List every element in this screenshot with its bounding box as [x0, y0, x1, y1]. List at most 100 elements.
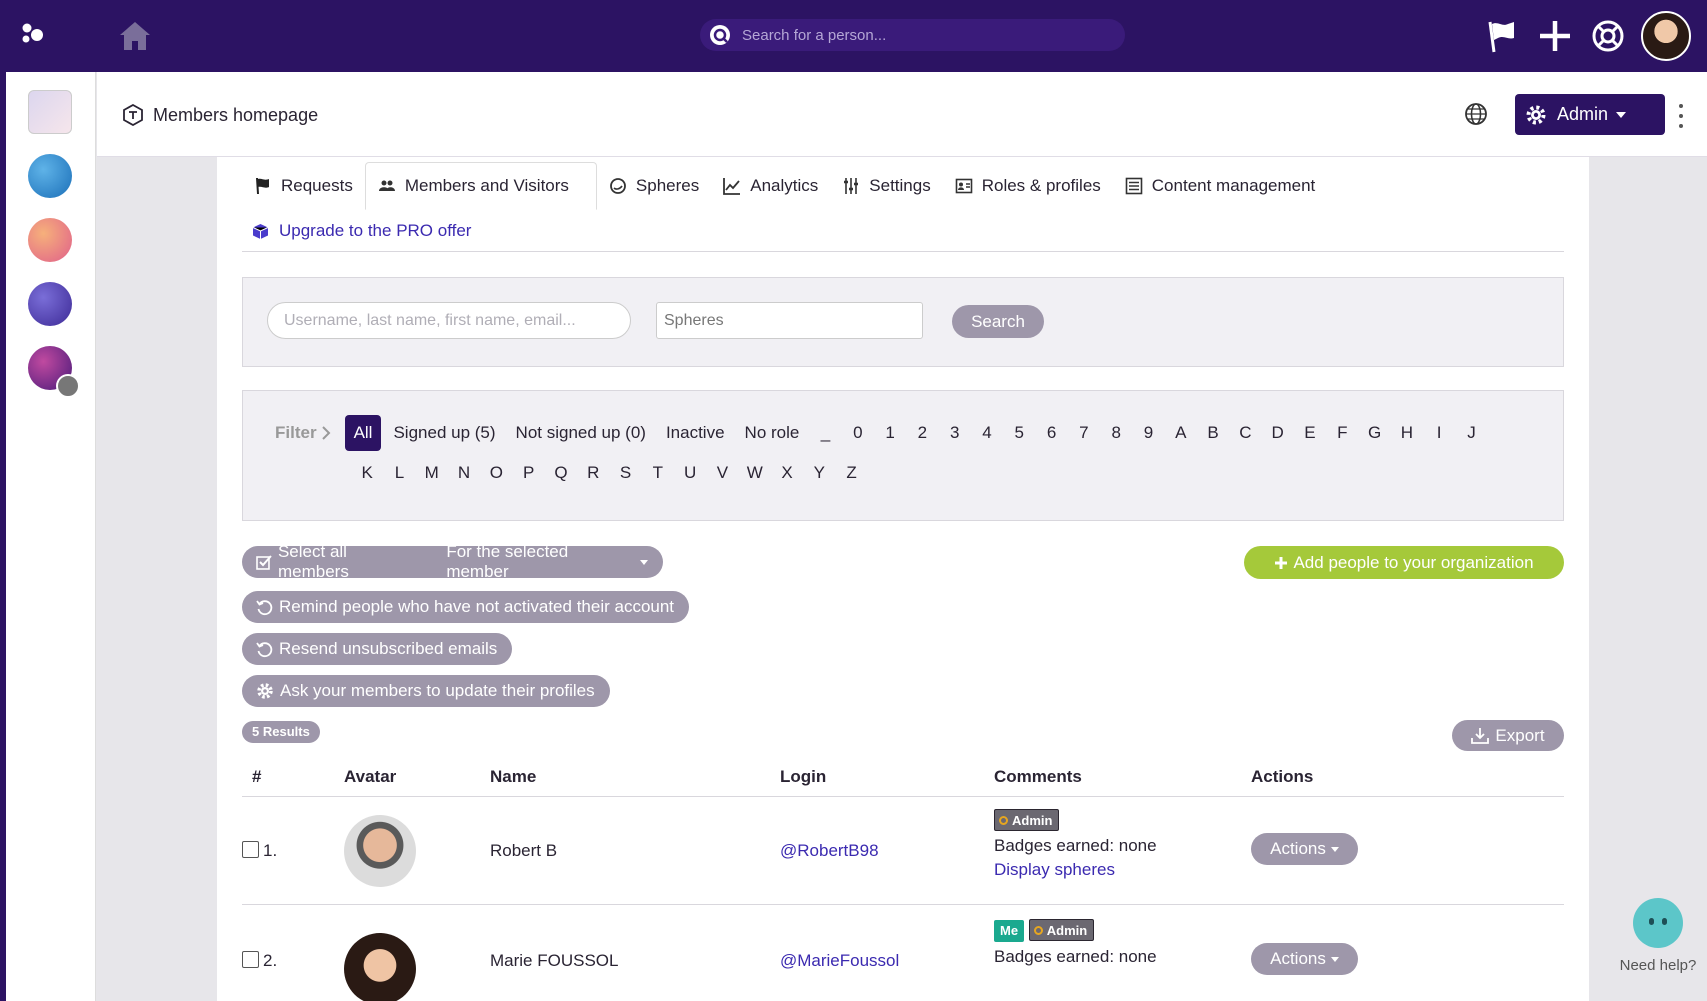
filter-letter[interactable]: O [480, 463, 512, 483]
filter-letter[interactable]: A [1165, 423, 1197, 443]
search-button[interactable]: Search [952, 305, 1044, 338]
more-options-icon[interactable] [1671, 104, 1691, 128]
member-avatar [344, 933, 416, 1001]
filter-letter[interactable]: 6 [1035, 423, 1067, 443]
filter-letter[interactable]: F [1326, 423, 1358, 443]
tab-label: Members and Visitors [404, 176, 569, 195]
filter-letter[interactable]: X [771, 463, 803, 483]
column-header-name: Name [490, 767, 537, 786]
spheres-search-input[interactable]: Spheres [656, 302, 923, 339]
filter-letter[interactable]: C [1229, 423, 1261, 443]
ask-update-profiles-button[interactable]: Ask your members to update their profile… [242, 675, 610, 707]
filter-no-role[interactable]: No role [735, 415, 810, 451]
resend-label: Resend unsubscribed emails [279, 639, 498, 658]
member-comments: Me Admin Badges earned: none [994, 916, 1157, 967]
members-table-header: # Avatar Name Login Comments Actions [242, 757, 1564, 797]
filter-letter[interactable]: J [1455, 423, 1487, 443]
filter-letter[interactable]: P [512, 463, 544, 483]
tab-members-and-visitors[interactable]: Members and Visitors [364, 162, 597, 210]
filter-letter[interactable]: 1 [874, 423, 906, 443]
filter-letter[interactable]: T [642, 463, 674, 483]
filter-letter[interactable]: E [1294, 423, 1326, 443]
help-widget[interactable]: Need help? [1614, 898, 1702, 974]
me-badge: Me [994, 919, 1025, 942]
admin-badge-icon [1033, 925, 1043, 935]
app-logo-icon[interactable] [18, 20, 48, 50]
tab-requests[interactable]: Requests [242, 162, 365, 210]
for-selected-member-dropdown[interactable]: For the selected member [446, 542, 635, 582]
add-people-button[interactable]: Add people to your organization [1244, 546, 1564, 579]
filter-letter[interactable]: 7 [1068, 423, 1100, 443]
tab-analytics[interactable]: Analytics [711, 162, 830, 210]
page-title: Members homepage [122, 104, 318, 126]
help-lifebuoy-icon[interactable] [1588, 16, 1628, 56]
export-button[interactable]: Export [1452, 720, 1564, 751]
filter-inactive[interactable]: Inactive [656, 415, 735, 451]
filter-letter[interactable]: 2 [906, 423, 938, 443]
filter-letter[interactable]: 4 [971, 423, 1003, 443]
filter-signed-up[interactable]: Signed up (5) [383, 415, 505, 451]
space-icon-purple[interactable] [28, 282, 72, 326]
person-search-input[interactable]: Search for a person... [700, 19, 1125, 51]
filter-letter[interactable]: M [416, 463, 448, 483]
home-icon[interactable] [116, 17, 154, 55]
filter-letter[interactable]: _ [809, 423, 841, 443]
member-login-link[interactable]: @RobertB98 [780, 841, 879, 861]
admin-badge-icon [999, 815, 1008, 825]
space-icon-blue[interactable] [28, 154, 72, 198]
tab-spheres[interactable]: Spheres [597, 162, 711, 210]
filter-letter[interactable]: R [577, 463, 609, 483]
tab-roles-and-profiles[interactable]: Roles & profiles [943, 162, 1113, 210]
chevron-down-icon [1330, 846, 1339, 852]
tab-content-management[interactable]: Content management [1113, 162, 1328, 210]
filter-letter[interactable]: 3 [939, 423, 971, 443]
filter-letter[interactable]: I [1423, 423, 1455, 443]
admin-label: Admin [1557, 104, 1609, 124]
filter-letter[interactable]: W [739, 463, 771, 483]
filter-letter[interactable]: Q [545, 463, 577, 483]
filter-all[interactable]: All [344, 415, 382, 451]
select-all-label: Select all members [277, 542, 349, 581]
resend-unsubscribed-button[interactable]: Resend unsubscribed emails [242, 633, 513, 665]
row-actions-button[interactable]: Actions [1251, 943, 1358, 975]
filter-letter[interactable]: 9 [1132, 423, 1164, 443]
filter-letter[interactable]: D [1262, 423, 1294, 443]
row-actions-button[interactable]: Actions [1251, 833, 1358, 865]
filter-letter[interactable]: 0 [842, 423, 874, 443]
filter-letter[interactable]: 8 [1100, 423, 1132, 443]
column-header-avatar: Avatar [344, 767, 397, 786]
filter-not-signed-up[interactable]: Not signed up (0) [506, 415, 656, 451]
member-login-link[interactable]: @MarieFoussol [780, 951, 899, 971]
member-name-search-input[interactable]: Username, last name, first name, email..… [267, 302, 631, 339]
admin-badge-label: Admin [1012, 812, 1053, 828]
filter-letter[interactable]: Y [803, 463, 835, 483]
globe-icon[interactable] [1464, 102, 1488, 126]
organization-logo[interactable] [28, 90, 72, 134]
group-icon [56, 374, 80, 398]
filter-letter[interactable]: H [1391, 423, 1423, 443]
filter-letter[interactable]: K [351, 463, 383, 483]
select-all-members-button[interactable]: Select all members For the selected memb… [242, 542, 663, 581]
filter-letter[interactable]: S [609, 463, 641, 483]
space-icon-orange[interactable] [28, 218, 72, 262]
user-avatar[interactable] [1641, 11, 1691, 61]
plus-icon[interactable] [1535, 16, 1575, 56]
table-row: 2. Marie FOUSSOL @MarieFoussol Me Admin … [242, 906, 1564, 1001]
space-icon-members[interactable] [28, 346, 80, 398]
filter-letter[interactable]: B [1197, 423, 1229, 443]
filter-letter[interactable]: L [383, 463, 415, 483]
filter-letter[interactable]: V [706, 463, 738, 483]
remind-inactive-button[interactable]: Remind people who have not activated the… [242, 591, 690, 623]
upgrade-pro-link[interactable]: Upgrade to the PRO offer [252, 221, 471, 241]
row-checkbox[interactable] [242, 951, 259, 968]
filter-letter[interactable]: G [1358, 423, 1390, 443]
admin-menu-button[interactable]: Admin [1515, 94, 1665, 135]
flag-icon[interactable] [1482, 16, 1522, 56]
tab-settings[interactable]: Settings [830, 162, 942, 210]
filter-letter[interactable]: Z [835, 463, 867, 483]
filter-letter[interactable]: N [448, 463, 480, 483]
filter-letter[interactable]: 5 [1003, 423, 1035, 443]
display-spheres-link[interactable]: Display spheres [994, 860, 1157, 880]
row-checkbox[interactable] [242, 841, 259, 858]
filter-letter[interactable]: U [674, 463, 706, 483]
